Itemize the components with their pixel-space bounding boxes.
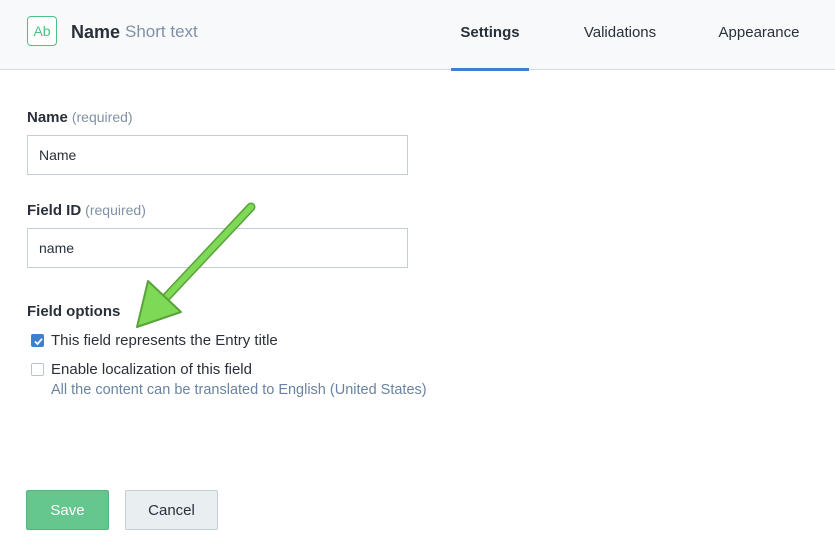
annotation-arrow-icon xyxy=(136,202,256,328)
